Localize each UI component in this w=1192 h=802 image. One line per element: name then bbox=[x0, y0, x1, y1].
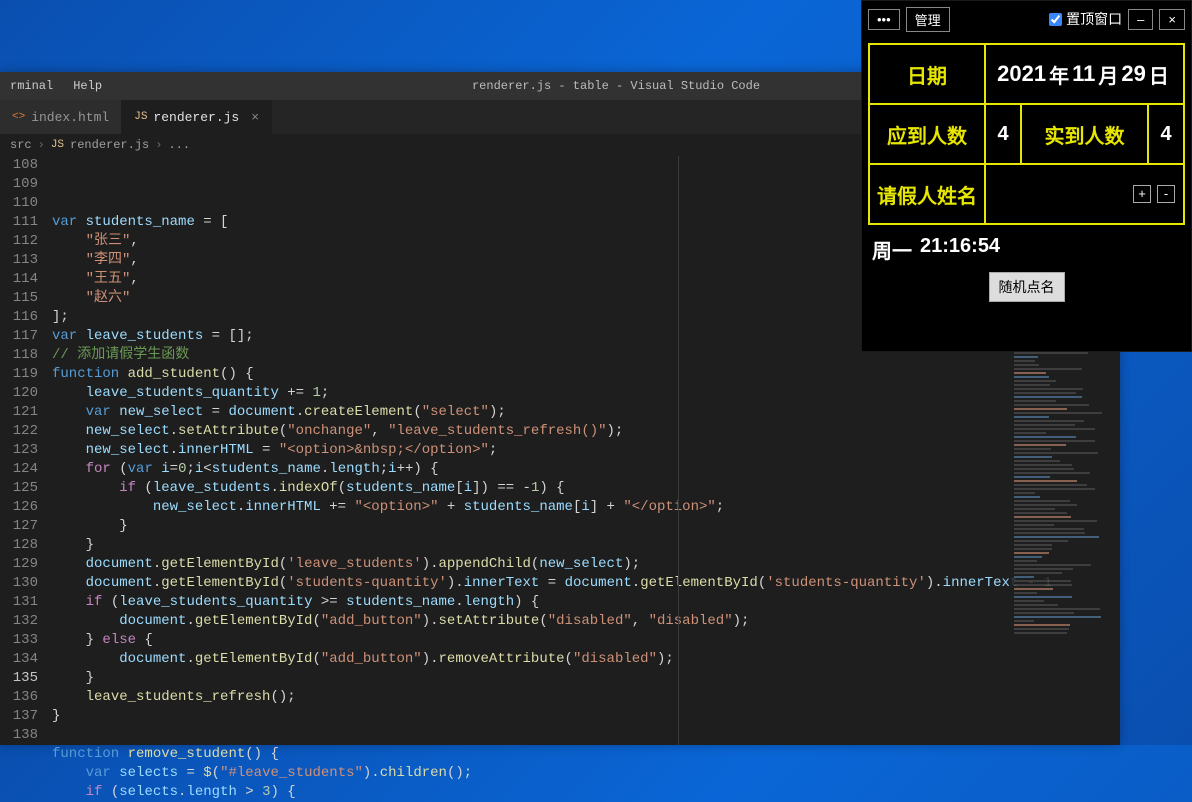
menu-help[interactable]: Help bbox=[63, 79, 112, 93]
actual-label-cell: 实到人数 bbox=[1020, 105, 1147, 163]
random-pick-button[interactable]: 随机点名 bbox=[989, 272, 1065, 302]
day-value: 29 bbox=[1121, 61, 1145, 87]
pin-window-checkbox[interactable]: 置顶窗口 bbox=[1049, 9, 1122, 29]
year-value: 2021 bbox=[997, 61, 1046, 87]
attendance-window: ••• 管理 置顶窗口 – × 日期 2021 年 11 月 29 日 应到人数… bbox=[861, 0, 1192, 352]
pin-window-label: 置顶窗口 bbox=[1066, 9, 1122, 29]
menu-terminal[interactable]: rminal bbox=[0, 79, 63, 93]
close-icon[interactable]: × bbox=[251, 110, 259, 125]
chevron-right-icon: › bbox=[155, 138, 162, 152]
remove-leave-button[interactable]: - bbox=[1157, 185, 1175, 203]
leave-names-cell: + - bbox=[984, 165, 1183, 223]
attendance-titlebar: ••• 管理 置顶窗口 – × bbox=[862, 1, 1191, 37]
weekday: 周一 bbox=[872, 235, 912, 264]
crumb-src[interactable]: src bbox=[10, 138, 32, 152]
leave-names-area bbox=[1069, 337, 1159, 387]
js-file-icon: JS bbox=[134, 111, 147, 123]
editor-ruler bbox=[678, 156, 679, 745]
crumb-file[interactable]: renderer.js bbox=[70, 138, 149, 152]
add-leave-button[interactable]: + bbox=[1133, 185, 1151, 203]
pin-window-input[interactable] bbox=[1049, 13, 1062, 26]
expected-label-cell: 应到人数 bbox=[870, 105, 984, 163]
line-number-gutter: 1081091101111121131141151161171181191201… bbox=[0, 156, 52, 745]
js-file-icon: JS bbox=[51, 139, 64, 151]
date-value-cell: 2021 年 11 月 29 日 bbox=[984, 45, 1183, 103]
year-unit: 年 bbox=[1046, 60, 1072, 89]
tab-index-html[interactable]: <> index.html bbox=[0, 100, 122, 134]
minimize-button[interactable]: – bbox=[1128, 9, 1153, 30]
day-unit: 日 bbox=[1146, 60, 1172, 89]
menu-dots-button[interactable]: ••• bbox=[868, 9, 900, 30]
tab-label: index.html bbox=[31, 110, 109, 125]
leave-label-cell: 请假人姓名 bbox=[870, 165, 984, 223]
expected-value-cell: 4 bbox=[984, 105, 1020, 163]
month-value: 11 bbox=[1072, 61, 1095, 87]
attendance-table: 日期 2021 年 11 月 29 日 应到人数 4 实到人数 4 请假人姓名 … bbox=[868, 43, 1185, 225]
date-label-cell: 日期 bbox=[870, 45, 984, 103]
manage-button[interactable]: 管理 bbox=[906, 7, 950, 32]
crumb-more[interactable]: ... bbox=[168, 138, 190, 152]
tab-label: renderer.js bbox=[153, 110, 239, 125]
time: 21:16:54 bbox=[920, 235, 1000, 264]
month-unit: 月 bbox=[1095, 60, 1121, 89]
close-button[interactable]: × bbox=[1159, 9, 1185, 30]
actual-value-cell: 4 bbox=[1147, 105, 1183, 163]
clock: 周一 21:16:54 bbox=[862, 231, 1191, 264]
tab-renderer-js[interactable]: JS renderer.js × bbox=[122, 100, 272, 134]
chevron-right-icon: › bbox=[38, 138, 45, 152]
html-file-icon: <> bbox=[12, 111, 25, 123]
